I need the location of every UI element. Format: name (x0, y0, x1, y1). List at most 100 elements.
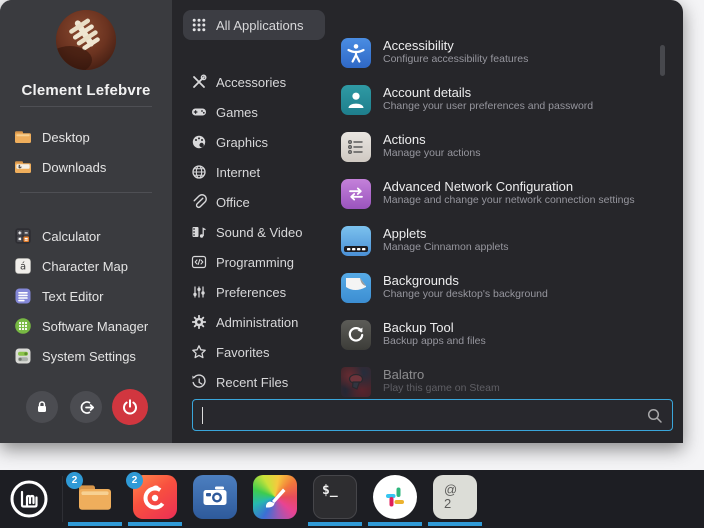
sidebar-item-label: Calculator (42, 229, 101, 244)
category-graphics[interactable]: Graphics (183, 127, 325, 157)
category-internet[interactable]: Internet (183, 157, 325, 187)
firefox-running-indicator (128, 522, 182, 526)
category-preferences[interactable]: Preferences (183, 277, 325, 307)
category-recent-files[interactable]: Recent Files (183, 367, 325, 397)
app-row-advanced-network-configuration[interactable]: Advanced Network Configuration Manage an… (341, 179, 653, 209)
calculator-icon (14, 227, 32, 245)
search-box (192, 399, 673, 431)
menu-button[interactable] (8, 478, 50, 520)
backup-icon (345, 324, 367, 346)
lock-icon (34, 399, 50, 415)
app-name: Accessibility (383, 38, 528, 53)
app-description: Manage your actions (383, 147, 480, 160)
power-icon (121, 398, 139, 416)
application-list: Accessibility Configure accessibility fe… (341, 38, 653, 414)
grid-icon (191, 17, 207, 33)
paperclip-icon (191, 194, 207, 210)
taskbar-divider (62, 476, 63, 522)
system-settings-icon (14, 347, 32, 365)
category-label: Recent Files (216, 375, 288, 390)
mail-count-label: 2 (444, 497, 451, 511)
app-row-account-details[interactable]: Account details Change your user prefere… (341, 85, 653, 115)
category-label: Office (216, 195, 250, 210)
film-note-icon (191, 224, 207, 240)
backgrounds-icon (341, 273, 371, 303)
power-button[interactable] (112, 389, 148, 425)
logout-button[interactable] (70, 391, 102, 423)
balatro-icon (345, 371, 367, 393)
category-accessories[interactable]: Accessories (183, 67, 325, 97)
sidebar-item-character-map[interactable]: á Character Map (14, 251, 164, 281)
app-description: Configure accessibility features (383, 53, 528, 66)
category-sound-video[interactable]: Sound & Video (183, 217, 325, 247)
category-label: Programming (216, 255, 294, 270)
app-list-scrollbar[interactable] (660, 45, 665, 76)
text-editor-icon (14, 287, 32, 305)
text-caret (202, 407, 203, 424)
taskbar-mail-button[interactable]: @ 2 (433, 475, 477, 519)
search-input[interactable] (193, 400, 672, 430)
sidebar-item-system-settings[interactable]: System Settings (14, 341, 164, 371)
files-running-indicator (68, 522, 122, 526)
terminal-prompt-label: $_ (322, 483, 338, 498)
folder-icon (14, 128, 32, 146)
app-row-backup-tool[interactable]: Backup Tool Backup apps and files (341, 320, 653, 350)
sidebar-item-text-editor[interactable]: Text Editor (14, 281, 164, 311)
sidebar-item-calculator[interactable]: Calculator (14, 221, 164, 251)
category-favorites[interactable]: Favorites (183, 337, 325, 367)
history-icon (191, 374, 207, 390)
sidebar-item-desktop[interactable]: Desktop (14, 122, 164, 152)
app-row-balatro[interactable]: Balatro Play this game on Steam (341, 367, 653, 397)
app-row-actions[interactable]: Actions Manage your actions (341, 132, 653, 162)
taskbar: 2 2 $_ (0, 470, 704, 528)
category-games[interactable]: Games (183, 97, 325, 127)
category-label: Preferences (216, 285, 286, 300)
sidebar-item-label: System Settings (42, 349, 136, 364)
firefox-icon (139, 481, 171, 513)
taskbar-slack-button[interactable] (373, 475, 417, 519)
svg-text:á: á (20, 261, 26, 273)
sidebar-item-downloads[interactable]: Downloads (14, 152, 164, 182)
accessibility-icon (344, 41, 368, 65)
category-administration[interactable]: Administration (183, 307, 325, 337)
globe-icon (191, 164, 207, 180)
football-avatar-image (56, 10, 116, 70)
category-all-applications[interactable]: All Applications (183, 10, 325, 40)
slack-icon (383, 485, 407, 509)
menu-sidebar: Clement Lefebvre Desktop Downloads (0, 0, 172, 443)
app-row-applets[interactable]: Applets Manage Cinnamon applets (341, 226, 653, 256)
sidebar-item-software-manager[interactable]: Software Manager (14, 311, 164, 341)
linux-mint-logo-icon (8, 478, 50, 520)
sidebar-item-label: Text Editor (42, 289, 103, 304)
app-row-accessibility[interactable]: Accessibility Configure accessibility fe… (341, 38, 653, 68)
app-name: Balatro (383, 367, 500, 382)
session-buttons (0, 387, 172, 427)
app-row-backgrounds[interactable]: Backgrounds Change your desktop's backgr… (341, 273, 653, 303)
user-name: Clement Lefebvre (0, 82, 172, 99)
software-manager-icon (14, 317, 32, 335)
terminal-running-indicator (308, 522, 362, 526)
category-label: Internet (216, 165, 260, 180)
category-programming[interactable]: Programming (183, 247, 325, 277)
taskbar-drawing-button[interactable] (253, 475, 297, 519)
firefox-badge: 2 (126, 472, 143, 489)
category-label: Graphics (216, 135, 268, 150)
at-symbol-label: @ (444, 483, 457, 497)
taskbar-terminal-button[interactable]: $_ (313, 475, 357, 519)
app-description: Change your desktop's background (383, 288, 548, 301)
category-label: Games (216, 105, 258, 120)
start-menu: Clement Lefebvre Desktop Downloads (0, 0, 683, 443)
lock-button[interactable] (26, 391, 58, 423)
slack-running-indicator (368, 522, 422, 526)
paintbrush-icon (260, 482, 290, 512)
palette-icon (191, 134, 207, 150)
list-icon (345, 136, 367, 158)
tools-icon (191, 74, 207, 90)
taskbar-screenshot-button[interactable] (193, 475, 237, 519)
downloads-folder-icon (14, 158, 32, 176)
sliders-icon (191, 284, 207, 300)
app-description: Manage and change your network connectio… (383, 194, 635, 207)
category-office[interactable]: Office (183, 187, 325, 217)
avatar[interactable] (56, 10, 116, 70)
applets-icon (341, 226, 371, 256)
